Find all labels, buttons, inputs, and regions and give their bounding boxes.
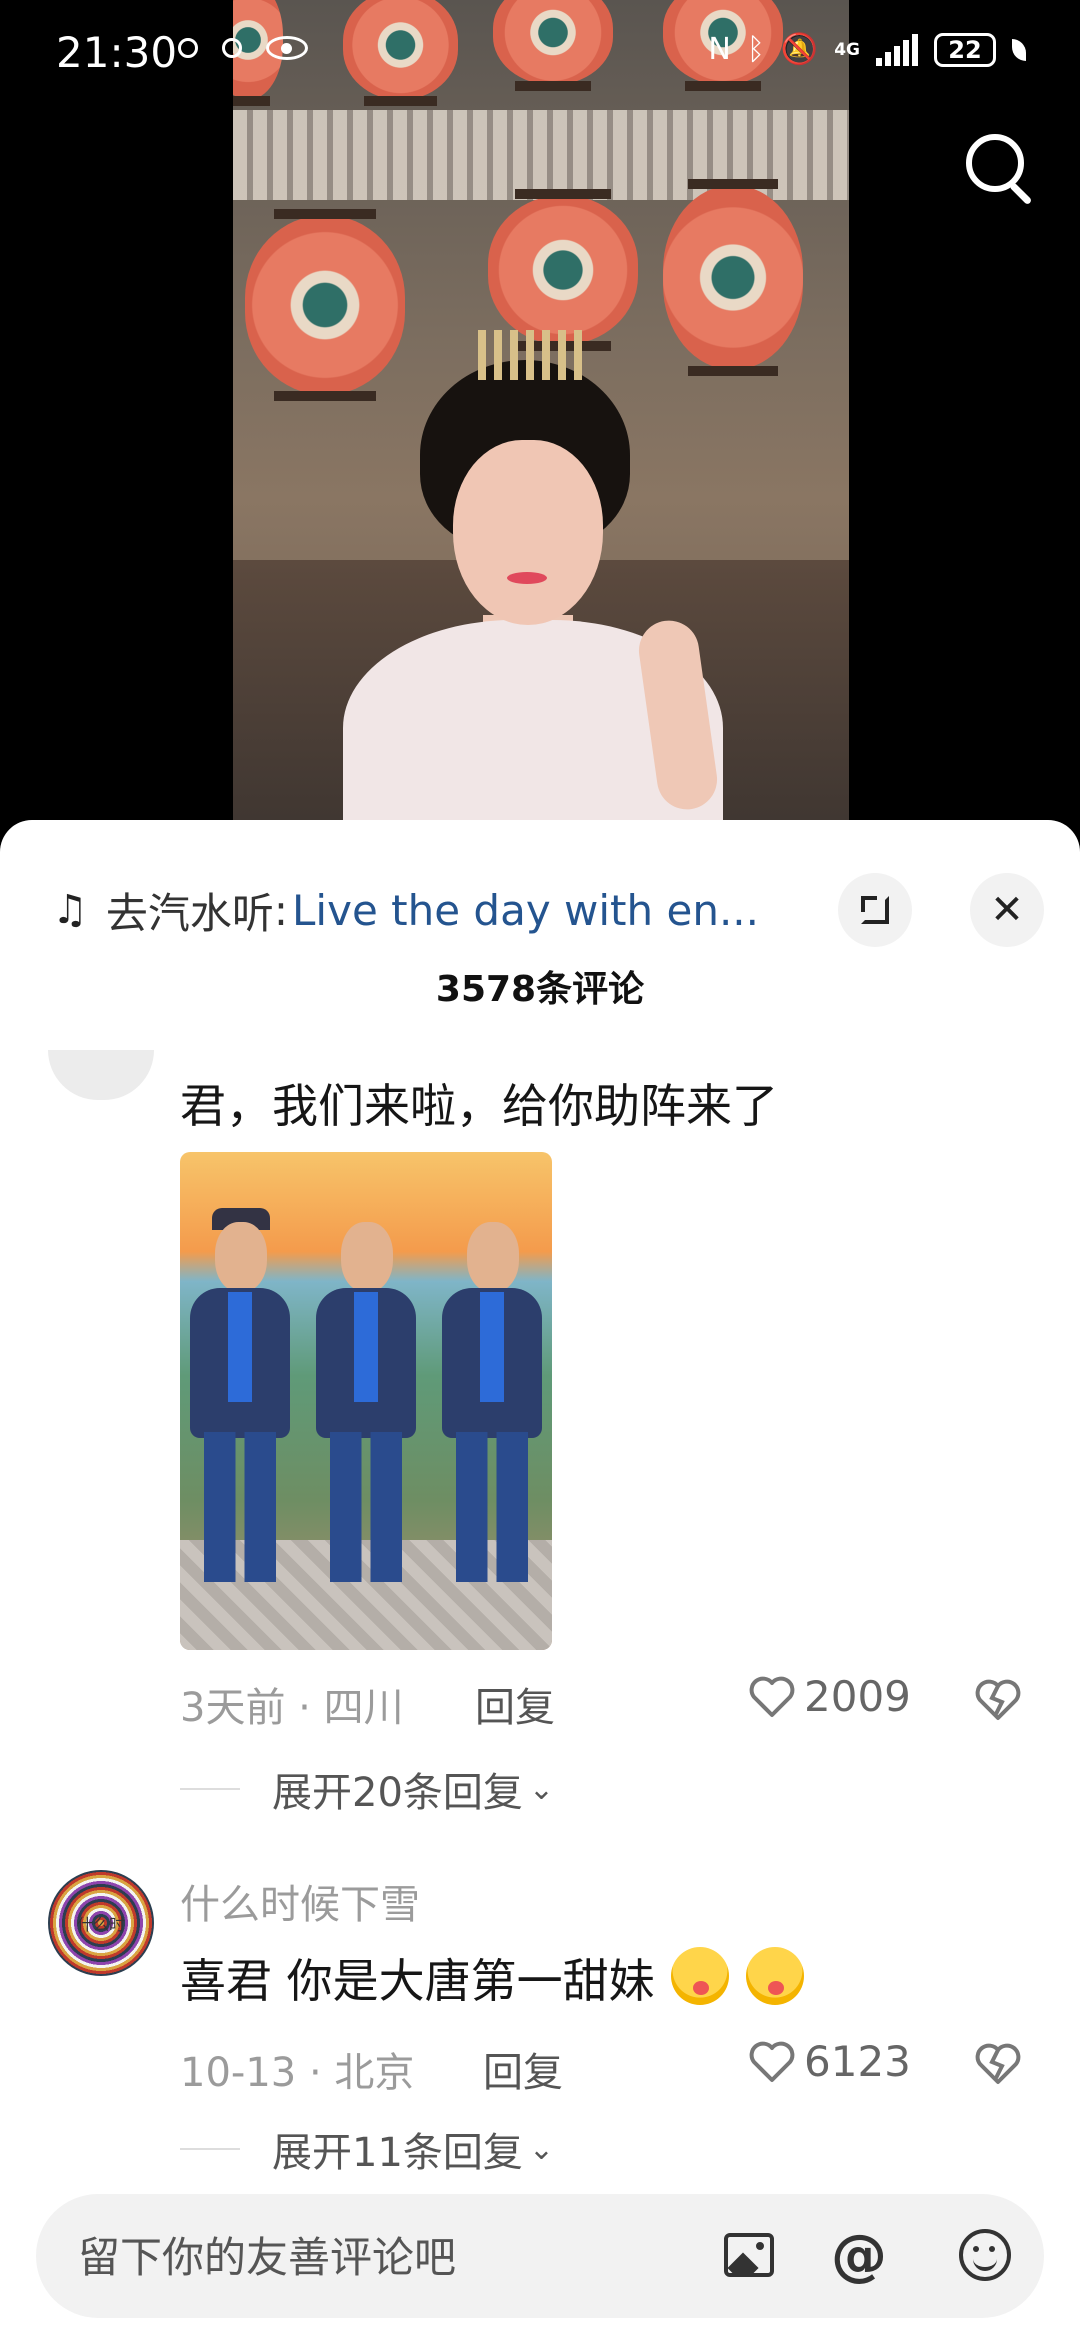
reply-button[interactable]: 回复 — [475, 1675, 555, 1733]
signal-icon — [876, 34, 918, 66]
broken-heart-icon — [975, 2043, 1021, 2084]
video-lantern — [488, 189, 638, 351]
nfc-icon: N — [708, 32, 731, 67]
expand-replies-label: 展开20条回复 — [272, 1770, 523, 1816]
comment-meta: 10-13 · 北京 — [180, 2040, 414, 2098]
divider-line — [180, 1788, 240, 1790]
music-separator: : — [273, 885, 289, 935]
heart-icon — [749, 2041, 795, 2082]
notification-dot-icon — [178, 38, 198, 58]
expand-replies-label: 展开11条回复 — [272, 2130, 523, 2176]
comment-text: 喜君 你是大唐第一甜妹 — [180, 1954, 655, 2008]
expand-replies-button[interactable]: 展开20条回复 ⌄ — [180, 1760, 554, 1818]
comment-time: 10-13 — [180, 2050, 297, 2096]
drooling-emoji-icon — [671, 1947, 730, 2005]
reply-button[interactable]: 回复 — [483, 2040, 563, 2098]
close-button[interactable]: ✕ — [970, 873, 1044, 947]
notification-dot-icon — [222, 38, 242, 58]
image-icon — [724, 2233, 774, 2277]
comment-location: 北京 — [334, 2050, 415, 2096]
status-system-icons: N ᛒ 🔕 4G 22 — [708, 30, 1026, 70]
comment-image[interactable] — [180, 1152, 552, 1650]
video-person — [328, 330, 748, 830]
comment-meta: 3天前 · 四川 — [180, 1675, 404, 1733]
like-button[interactable]: 2009 — [748, 1672, 911, 1721]
heart-icon — [749, 1676, 795, 1717]
status-bar: 21:30 N ᛒ 🔕 4G 22 — [0, 0, 1080, 110]
chevron-down-icon: ⌄ — [528, 2131, 555, 2167]
avatar[interactable]: 什么时 — [48, 1870, 154, 1976]
image-button[interactable] — [716, 2222, 782, 2288]
comment-input[interactable] — [76, 2194, 700, 2320]
video-player[interactable] — [0, 0, 1080, 830]
meta-dot: · — [308, 2050, 322, 2096]
comment-time: 3天前 — [180, 1685, 286, 1731]
like-count: 6123 — [804, 2037, 911, 2086]
at-icon: @ — [831, 2222, 887, 2288]
mute-bell-icon: 🔕 — [780, 32, 819, 67]
dislike-button[interactable] — [974, 2042, 1024, 2090]
music-source: 去汽水听 — [105, 888, 274, 938]
network-type: 4G — [834, 40, 860, 60]
meta-dot: · — [298, 1685, 311, 1731]
comment-location: 四川 — [323, 1685, 404, 1731]
avatar-text: 什么时 — [76, 1915, 125, 1934]
expand-icon — [861, 896, 889, 924]
music-note-icon: ♫ — [52, 887, 88, 933]
battery-icon: 22 — [934, 33, 996, 67]
eye-icon — [266, 36, 308, 60]
comment-count: 3578条评论 — [435, 969, 645, 1010]
comment-sheet: ♫ 去汽水听 : Live the day with en... ✕ 3578条… — [0, 820, 1080, 2340]
comment-text: 君，我们来啦，给你助阵来了 — [180, 1079, 778, 1133]
divider-line — [180, 2148, 240, 2150]
dislike-button[interactable] — [974, 1678, 1024, 1726]
avatar[interactable] — [48, 1050, 154, 1100]
bluetooth-icon: ᛒ — [746, 32, 765, 67]
status-time: 21:30 — [56, 28, 178, 77]
status-notification-icons — [178, 36, 308, 60]
music-song-title[interactable]: Live the day with en... — [292, 886, 759, 935]
expand-button[interactable] — [838, 873, 912, 947]
music-link[interactable]: ♫ 去汽水听 : Live the day with en... — [52, 860, 832, 960]
eco-leaf-icon — [1012, 39, 1026, 61]
yum-emoji-icon — [745, 1947, 804, 2005]
video-frame[interactable] — [233, 0, 849, 830]
like-button[interactable]: 6123 — [748, 2037, 911, 2086]
broken-heart-icon — [975, 1679, 1021, 1720]
emoji-icon — [959, 2229, 1011, 2281]
expand-replies-button[interactable]: 展开11条回复 ⌄ — [180, 2120, 554, 2178]
like-count: 2009 — [804, 1672, 911, 1721]
comment-username[interactable]: 什么时候下雪 — [180, 1872, 420, 1930]
search-button[interactable] — [962, 130, 1042, 210]
chevron-down-icon: ⌄ — [528, 1771, 555, 1807]
comment-text-row: 喜君 你是大唐第一甜妹 — [180, 1945, 804, 2011]
comment-input-bar: @ — [36, 2194, 1044, 2320]
emoji-button[interactable] — [952, 2222, 1018, 2288]
mention-button[interactable]: @ — [826, 2222, 892, 2288]
close-icon: ✕ — [990, 887, 1024, 933]
